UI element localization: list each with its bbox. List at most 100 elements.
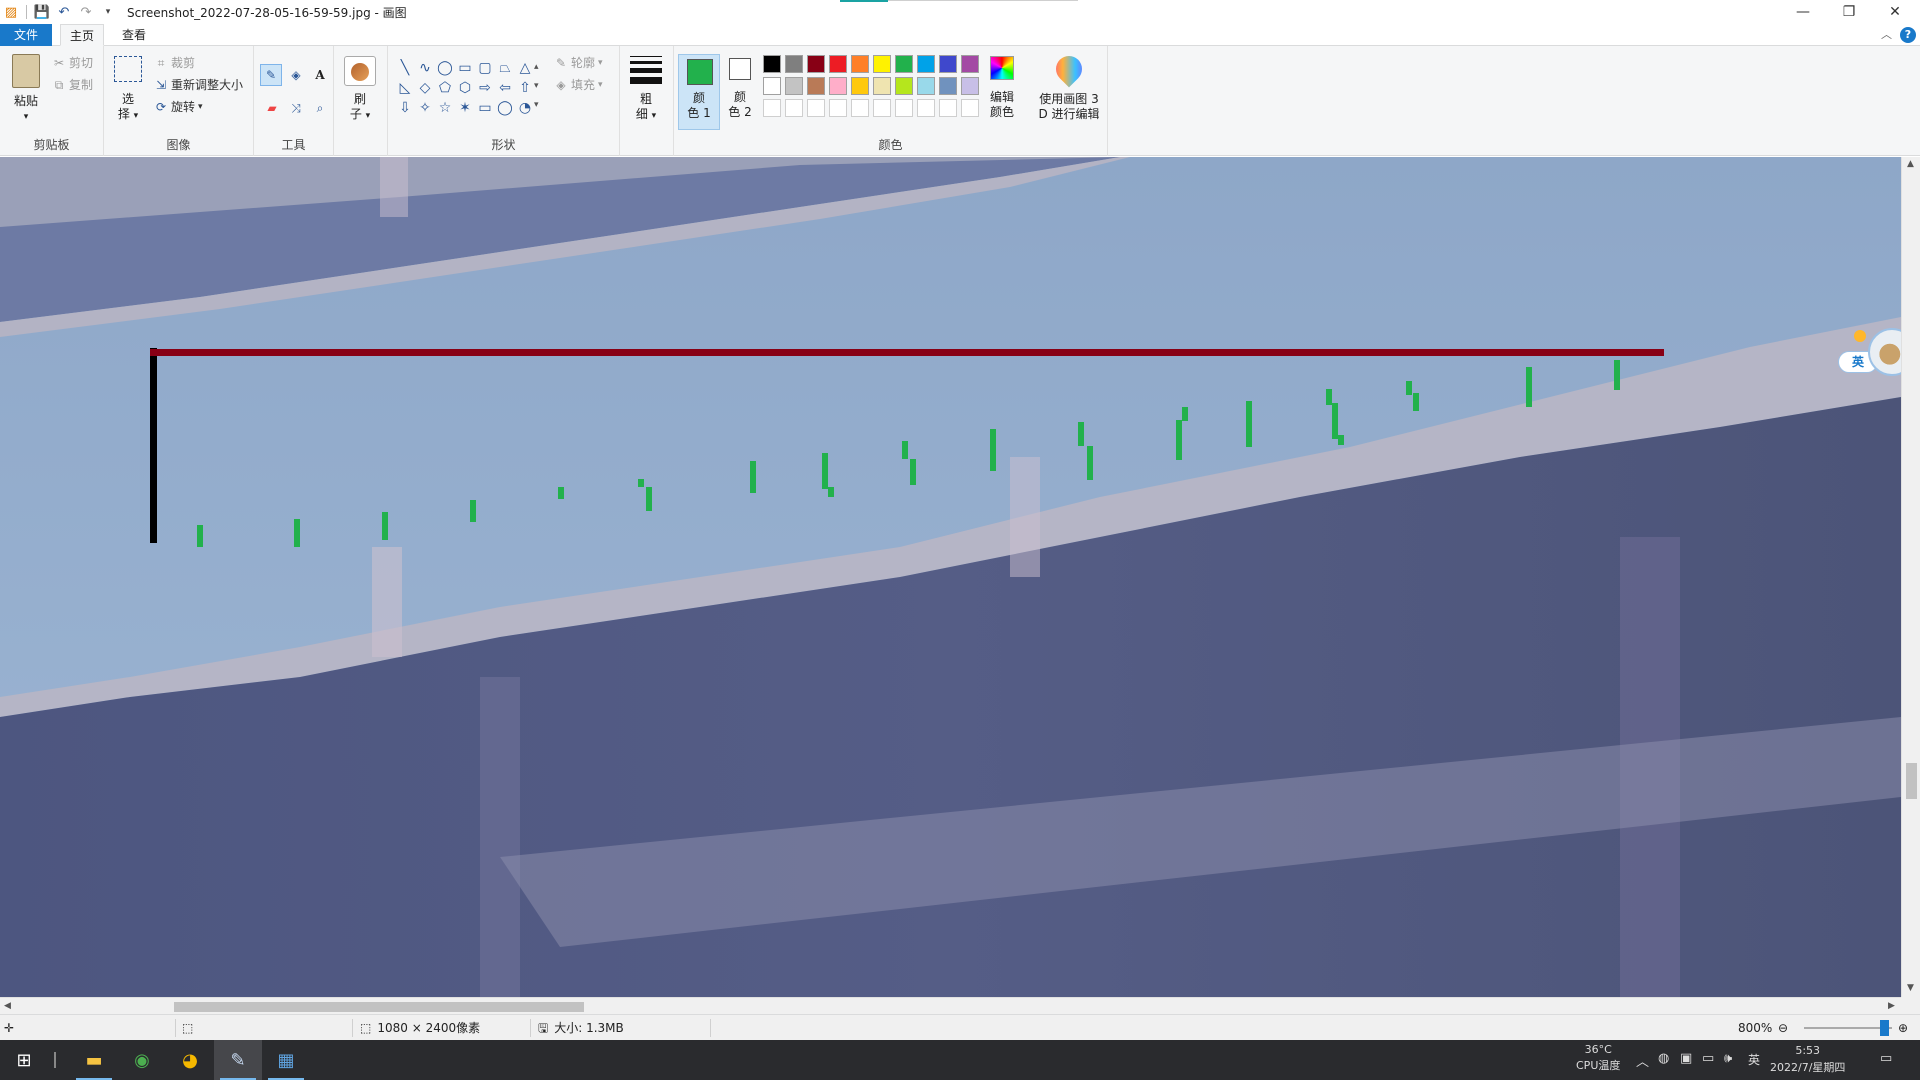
shape-polygon-icon[interactable]: ⏢ [496,58,514,78]
resize-button[interactable]: ⇲ 重新调整大小 [154,76,243,93]
palette-swatch-empty[interactable] [763,99,781,117]
collapse-ribbon-icon[interactable]: ︿ [1881,26,1892,42]
shape-triangle-icon[interactable]: △ [516,58,534,78]
close-button[interactable]: ✕ [1872,0,1918,24]
clock[interactable]: 5:53 2022/7/星期四 [1770,1042,1845,1076]
shape-oval-icon[interactable]: ◯ [436,58,454,78]
size-button[interactable]: 粗细 ▾ [626,92,666,124]
brushes-button[interactable]: 刷子 ▾ [340,92,380,124]
shape-hexagon-icon[interactable]: ⬡ [456,78,474,98]
palette-swatch[interactable] [851,55,869,73]
shape-six-point-star-icon[interactable]: ✶ [456,98,474,118]
shape-left-arrow-icon[interactable]: ⇦ [496,78,514,98]
scroll-down-icon[interactable]: ▼ [1907,983,1914,993]
drawing-canvas[interactable] [0,157,1901,997]
save-icon[interactable]: 💾 [31,1,53,23]
security-icon[interactable]: ▣ [1680,1051,1692,1066]
cut-button[interactable]: ✂ 剪切 [52,54,93,71]
color2-button[interactable]: 颜色 2 [720,90,760,120]
shape-line-icon[interactable]: ╲ [396,58,414,78]
vertical-scroll-thumb[interactable] [1906,763,1917,799]
shape-four-point-star-icon[interactable]: ✧ [416,98,434,118]
shape-down-arrow-icon[interactable]: ⇩ [396,98,414,118]
palette-swatch-empty[interactable] [873,99,891,117]
palette-swatch[interactable] [873,77,891,95]
outline-button[interactable]: ✎ 轮廓 ▾ [554,54,603,71]
palette-swatch[interactable] [961,55,979,73]
undo-icon[interactable]: ↶ [53,1,75,23]
customize-quick-access-icon[interactable]: ▾ [97,1,119,23]
palette-swatch-empty[interactable] [851,99,869,117]
shape-oval-callout-icon[interactable]: ◯ [496,98,514,118]
zoom-slider[interactable] [1804,1027,1892,1029]
select-button[interactable]: 选择 ▾ [110,92,146,124]
palette-swatch-empty[interactable] [961,99,979,117]
volume-icon[interactable]: 🕪 [1724,1051,1732,1066]
taskbar-app-green[interactable]: ◉ [118,1040,166,1080]
notifications-icon[interactable]: ▭ [1880,1051,1892,1066]
palette-swatch[interactable] [785,55,803,73]
palette-swatch-empty[interactable] [807,99,825,117]
text-icon[interactable]: A [310,65,330,85]
scroll-right-icon[interactable]: ▶ [1888,1001,1895,1011]
palette-swatch-empty[interactable] [829,99,847,117]
fill-bucket-icon[interactable]: ◈ [286,65,306,85]
shape-cloud-callout-icon[interactable]: ◔ [516,98,534,118]
shape-pentagon-icon[interactable]: ⬠ [436,78,454,98]
horizontal-scrollbar[interactable]: ◀ ▶ [0,997,1901,1014]
edit-colors-icon[interactable] [990,56,1014,80]
scroll-left-icon[interactable]: ◀ [4,1001,11,1011]
fill-button[interactable]: ◈ 填充 ▾ [554,76,602,93]
palette-swatch[interactable] [763,55,781,73]
ime-tray-label[interactable]: 英 [1748,1051,1760,1068]
rotate-button[interactable]: ⟳ 旋转 ▾ [154,98,203,115]
paste-icon[interactable] [12,54,40,88]
palette-swatch-empty[interactable] [895,99,913,117]
shape-rounded-rectangle-icon[interactable]: ▢ [476,58,494,78]
palette-swatch[interactable] [895,77,913,95]
taskbar-file-explorer[interactable]: ▬ [70,1040,118,1080]
color2-swatch[interactable] [729,58,751,80]
paint3d-button[interactable]: 使用画图 3D 进行编辑 [1030,92,1108,122]
vertical-scrollbar[interactable]: ▲ ▼ [1901,157,1920,997]
paint3d-icon[interactable] [1050,50,1088,88]
shape-diamond-icon[interactable]: ◇ [416,78,434,98]
shape-rectangle-callout-icon[interactable]: ▭ [476,98,494,118]
shapes-gallery[interactable]: ╲ ∿ ◯ ▭ ▢ ⏢ △ ◺ ◇ ⬠ ⬡ ⇨ ⇦ ⇧ ⇩ ✧ ☆ ✶ ▭ ◯ ◔ [396,58,532,118]
shape-rectangle-icon[interactable]: ▭ [456,58,474,78]
show-hidden-icons-icon[interactable]: ︿ [1636,1051,1649,1070]
tab-file[interactable]: 文件 [0,24,52,46]
redo-icon[interactable]: ↷ [75,1,97,23]
minimize-button[interactable]: — [1780,0,1826,24]
color1-button[interactable]: 颜色 1 [678,54,720,130]
color-picker-icon[interactable]: ⤨ [286,98,306,118]
horizontal-scroll-thumb[interactable] [174,1002,584,1012]
zoom-slider-thumb[interactable] [1880,1020,1889,1036]
palette-swatch-empty[interactable] [917,99,935,117]
zoom-in-icon[interactable]: ⊕ [1898,1015,1908,1041]
palette-swatch-empty[interactable] [939,99,957,117]
display-icon[interactable]: ▭ [1702,1051,1714,1066]
palette-swatch[interactable] [851,77,869,95]
edit-colors-button[interactable]: 编辑 颜色 [978,90,1026,120]
paste-dropdown-icon[interactable]: ▾ [6,110,46,125]
palette-swatch[interactable] [939,55,957,73]
shape-curve-icon[interactable]: ∿ [416,58,434,78]
paste-button[interactable]: 粘贴 [6,94,46,109]
taskbar-app-browser[interactable]: ◕ [166,1040,214,1080]
palette-swatch[interactable] [895,55,913,73]
palette-swatch[interactable] [917,55,935,73]
copy-button[interactable]: ⧉ 复制 [52,76,93,93]
cpu-temp-widget[interactable]: 36°C CPU温度 [1576,1042,1620,1074]
shapes-scroll[interactable]: ▴ ▾ ▾ [534,58,539,115]
palette-swatch[interactable] [785,77,803,95]
palette-swatch[interactable] [939,77,957,95]
network-app-icon[interactable]: ◍ [1658,1051,1669,1066]
magnifier-icon[interactable]: ⌕ [310,98,330,118]
taskbar-paint[interactable]: ✎ [214,1040,262,1080]
palette-swatch[interactable] [873,55,891,73]
palette-swatch[interactable] [763,77,781,95]
palette-swatch[interactable] [829,55,847,73]
crop-button[interactable]: ⌗ 裁剪 [154,54,195,71]
taskbar-calculator[interactable]: ▦ [262,1040,310,1080]
